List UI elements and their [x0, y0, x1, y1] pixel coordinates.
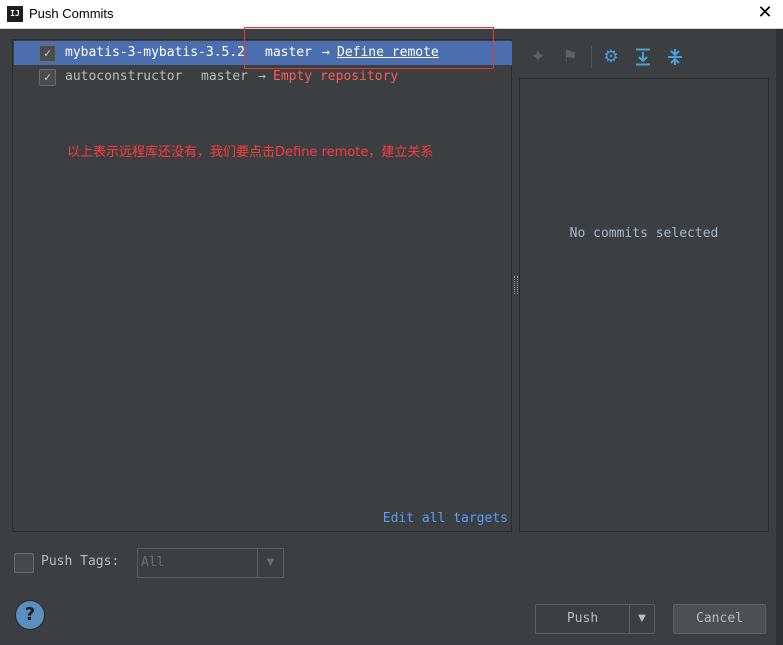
- define-remote-link[interactable]: Define remote: [337, 45, 439, 60]
- push-tags-dropdown: All ▼: [137, 548, 284, 578]
- push-arrow-icon: →: [258, 69, 266, 84]
- collapse-all-icon[interactable]: [663, 44, 687, 70]
- annotation-note: 以上表示远程库还没有，我们要点击Define remote，建立关系: [67, 145, 434, 160]
- intellij-logo-icon: IJ: [7, 6, 23, 22]
- details-toolbar: ✦ ⚑ ⚙: [520, 42, 770, 72]
- window-edge-strip: [776, 29, 783, 645]
- repo-row-autoconstructor[interactable]: ✓ autoconstructor master → Empty reposit…: [14, 65, 512, 89]
- cherry-pick-icon[interactable]: ⚑: [558, 44, 582, 70]
- toolbar-separator: [591, 46, 592, 68]
- local-branch: master: [201, 69, 248, 84]
- repo-row-mybatis[interactable]: ✓ mybatis-3-mybatis-3.5.2 master → Defin…: [14, 41, 512, 65]
- push-button-label: Push: [566, 611, 599, 626]
- repository-tree-panel: ✓ mybatis-3-mybatis-3.5.2 master → Defin…: [12, 39, 512, 532]
- push-button[interactable]: Push ▼: [535, 604, 655, 634]
- expand-all-icon[interactable]: [631, 44, 655, 70]
- chevron-down-icon: ▼: [257, 549, 283, 577]
- push-tags-value: All: [141, 555, 165, 570]
- repo-checkbox[interactable]: ✓: [39, 45, 56, 62]
- local-branch: master: [265, 45, 312, 60]
- close-icon[interactable]: ✕: [755, 3, 775, 23]
- window-titlebar: IJ Push Commits ✕: [0, 0, 783, 29]
- repo-name: mybatis-3-mybatis-3.5.2: [65, 45, 246, 60]
- commit-details-panel: No commits selected: [519, 78, 769, 532]
- push-tags-checkbox[interactable]: [14, 553, 34, 573]
- gear-icon[interactable]: ⚙: [599, 44, 623, 70]
- window-title: Push Commits: [29, 6, 114, 21]
- cancel-button[interactable]: Cancel: [673, 604, 766, 634]
- chevron-down-icon[interactable]: ▼: [629, 605, 654, 633]
- empty-repository-target[interactable]: Empty repository: [273, 69, 398, 84]
- push-tags-label: Push Tags:: [41, 554, 120, 569]
- repo-name: autoconstructor: [65, 69, 183, 84]
- repo-checkbox[interactable]: ✓: [39, 69, 56, 86]
- edit-all-targets-link[interactable]: Edit all targets: [383, 511, 508, 526]
- pin-icon[interactable]: ✦: [526, 44, 550, 70]
- help-button[interactable]: ?: [16, 601, 44, 629]
- no-commits-message: No commits selected: [569, 226, 719, 241]
- push-arrow-icon: →: [322, 45, 330, 60]
- panel-splitter-handle[interactable]: [514, 276, 518, 294]
